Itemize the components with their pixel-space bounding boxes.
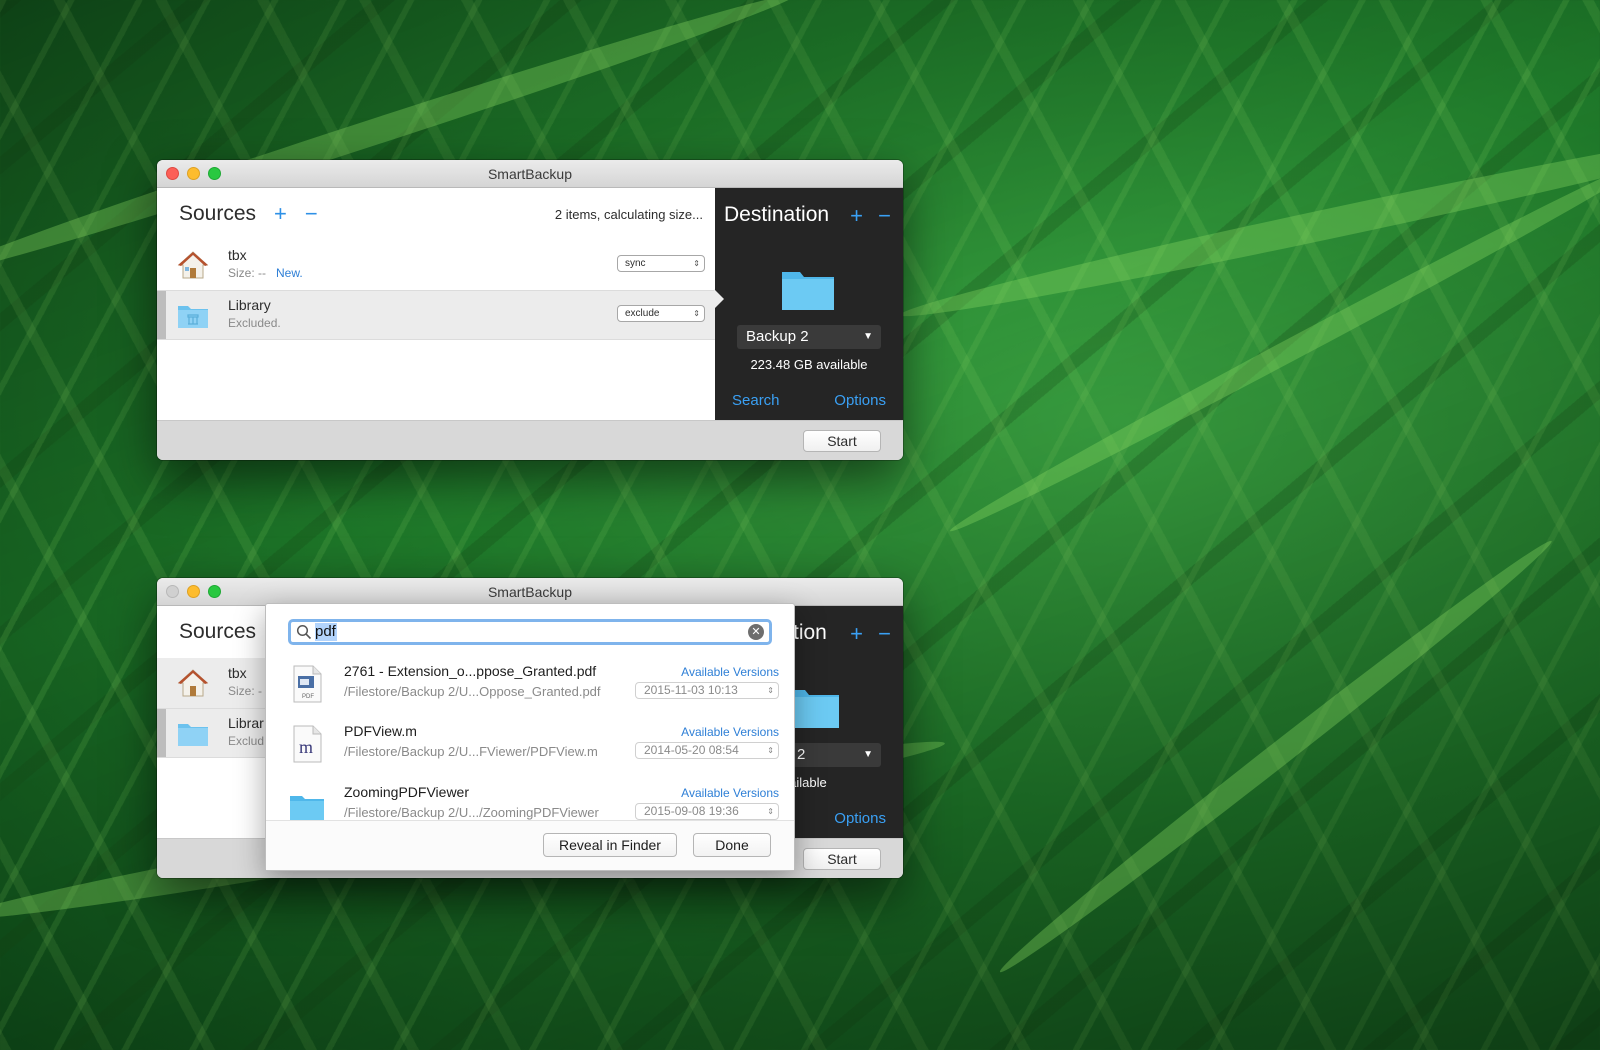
folder-icon (290, 796, 324, 820)
start-button[interactable]: Start (803, 848, 881, 870)
sources-title: Sources (179, 620, 257, 643)
close-button[interactable] (166, 585, 179, 598)
remove-destination-button[interactable]: − (878, 203, 891, 229)
search-result[interactable]: m PDFView.m /Filestore/Backup 2/U...FVie… (266, 717, 796, 777)
sources-title: Sources (179, 202, 257, 225)
new-badge: New. (276, 266, 303, 280)
search-popover: pdf ✕ PDF 2761 - Extension_o...ppose_Gra… (265, 603, 795, 871)
available-space: 223.48 GB available (750, 357, 868, 372)
search-input[interactable]: pdf (315, 623, 337, 641)
minimize-button[interactable] (187, 167, 200, 180)
home-icon (177, 251, 209, 279)
search-icon (296, 624, 312, 640)
available-versions-label: Available Versions (681, 725, 779, 739)
options-link[interactable]: Options (834, 392, 886, 409)
source-name: Librar (228, 715, 264, 731)
destination-panel: Destination + − Backup 2 ▼ 223.48 GB avai… (714, 188, 903, 420)
version-select[interactable]: 2015-11-03 10:13 ⇕ (635, 682, 779, 699)
source-name: Library (228, 297, 271, 313)
done-button[interactable]: Done (693, 833, 771, 857)
svg-text:m: m (299, 737, 313, 757)
source-size: Size: - (228, 684, 263, 698)
clear-search-icon[interactable]: ✕ (748, 624, 764, 640)
mode-select[interactable]: exclude ⇕ (617, 305, 705, 322)
result-name: PDFView.m (344, 723, 417, 739)
items-status: 2 items, calculating size... (554, 207, 703, 222)
remove-source-button[interactable]: − (305, 203, 318, 225)
result-name: 2761 - Extension_o...ppose_Granted.pdf (344, 663, 597, 679)
m-file-icon: m (293, 725, 322, 763)
source-size: Size: -- New. (228, 266, 303, 280)
pdf-file-icon: PDF (293, 665, 322, 703)
sources-panel: Sources + − 2 items, calculating size...… (157, 188, 715, 420)
window-title: SmartBackup (487, 166, 573, 182)
wallpaper-blade (896, 113, 1600, 330)
svg-text:PDF: PDF (302, 694, 314, 700)
options-link[interactable]: Options (834, 810, 886, 827)
available-versions-label: Available Versions (681, 786, 779, 800)
popover-footer: Reveal in Finder Done (266, 820, 794, 870)
minimize-button[interactable] (187, 585, 200, 598)
title-bar[interactable]: SmartBackup (157, 160, 903, 188)
add-destination-button[interactable]: + (850, 203, 863, 229)
version-select[interactable]: 2014-05-20 08:54 ⇕ (635, 742, 779, 759)
result-path: /Filestore/Backup 2/U...Oppose_Granted.p… (344, 684, 601, 699)
version-select[interactable]: 2015-09-08 19:36 ⇕ (635, 803, 779, 820)
remove-destination-button[interactable]: − (878, 621, 891, 647)
window-title: SmartBackup (487, 584, 573, 600)
source-name: tbx (228, 665, 247, 681)
result-name: ZoomingPDFViewer (344, 784, 470, 800)
home-icon (177, 669, 209, 697)
destination-volume-select[interactable]: Backup 2 ▼ (737, 325, 881, 349)
search-result[interactable]: PDF 2761 - Extension_o...ppose_Granted.p… (266, 657, 796, 717)
wallpaper-blade (944, 145, 1600, 541)
title-bar[interactable]: SmartBackup (157, 578, 903, 606)
result-path: /Filestore/Backup 2/U.../ZoomingPDFViewe… (344, 805, 599, 820)
start-button[interactable]: Start (803, 430, 881, 452)
search-link[interactable]: Search (732, 392, 780, 409)
result-path: /Filestore/Backup 2/U...FViewer/PDFView.… (344, 744, 598, 759)
search-field[interactable]: pdf ✕ (288, 619, 772, 645)
destination-title: Destination (724, 203, 830, 226)
destination-folder-icon (782, 272, 834, 310)
wallpaper-blade (992, 531, 1559, 982)
available-versions-label: Available Versions (681, 665, 779, 679)
add-destination-button[interactable]: + (850, 621, 863, 647)
zoom-button[interactable] (208, 167, 221, 180)
destination-title: tion (793, 621, 827, 644)
source-status: Exclud (228, 734, 265, 748)
reveal-in-finder-button[interactable]: Reveal in Finder (543, 833, 677, 857)
folder-icon (178, 724, 208, 746)
smartbackup-window: SmartBackup Sources + − 2 items, calcula… (157, 160, 903, 460)
source-status: Excluded. (228, 316, 281, 330)
zoom-button[interactable] (208, 585, 221, 598)
folder-icon (178, 306, 208, 328)
close-button[interactable] (166, 167, 179, 180)
add-source-button[interactable]: + (274, 203, 287, 225)
source-row[interactable]: Library Excluded. exclude ⇕ (157, 290, 715, 340)
source-name: tbx (228, 247, 247, 263)
source-row[interactable]: tbx Size: -- New. sync ⇕ (157, 240, 715, 290)
window-footer: Start (157, 420, 903, 460)
mode-select[interactable]: sync ⇕ (617, 255, 705, 272)
